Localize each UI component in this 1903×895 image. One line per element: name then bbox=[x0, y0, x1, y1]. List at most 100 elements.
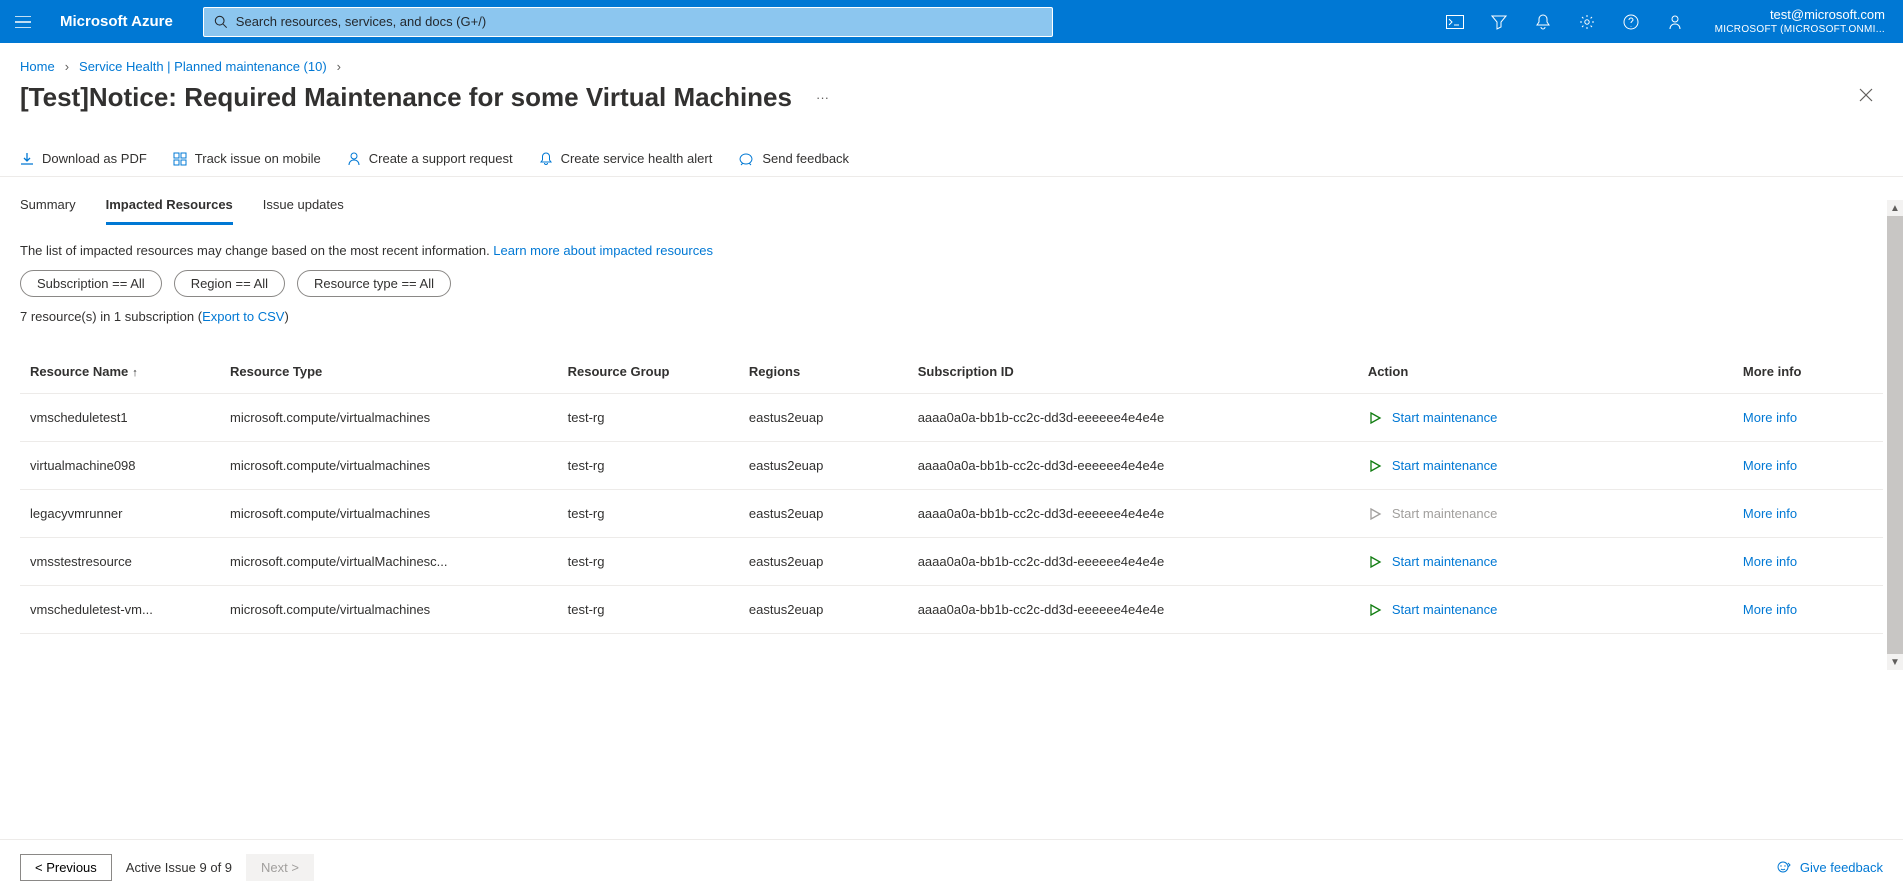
play-icon bbox=[1368, 555, 1382, 569]
cell-rg: test-rg bbox=[558, 394, 739, 442]
breadcrumb-section[interactable]: Service Health | Planned maintenance (10… bbox=[79, 59, 327, 74]
start-maintenance-label: Start maintenance bbox=[1392, 602, 1498, 617]
start-maintenance-button[interactable]: Start maintenance bbox=[1368, 602, 1723, 617]
cell-name: virtualmachine098 bbox=[20, 442, 220, 490]
tabs: Summary Impacted Resources Issue updates bbox=[0, 187, 1903, 225]
cell-type: microsoft.compute/virtualmachines bbox=[220, 586, 558, 634]
filter-resource-type[interactable]: Resource type == All bbox=[297, 270, 451, 297]
scroll-thumb[interactable] bbox=[1887, 216, 1903, 654]
close-icon[interactable] bbox=[1859, 88, 1873, 107]
play-icon bbox=[1368, 459, 1382, 473]
start-maintenance-label: Start maintenance bbox=[1392, 458, 1498, 473]
search-box[interactable] bbox=[203, 7, 1053, 37]
notifications-icon[interactable] bbox=[1521, 0, 1565, 43]
col-resource-name[interactable]: Resource Name ↑ bbox=[20, 350, 220, 394]
col-resource-type[interactable]: Resource Type bbox=[220, 350, 558, 394]
table-row: virtualmachine098microsoft.compute/virtu… bbox=[20, 442, 1883, 490]
cell-name: legacyvmrunner bbox=[20, 490, 220, 538]
cell-region: eastus2euap bbox=[739, 490, 908, 538]
start-maintenance-button: Start maintenance bbox=[1368, 506, 1723, 521]
breadcrumb-home[interactable]: Home bbox=[20, 59, 55, 74]
user-info[interactable]: test@microsoft.com MICROSOFT (MICROSOFT.… bbox=[1697, 7, 1903, 37]
cell-name: vmsstestresource bbox=[20, 538, 220, 586]
start-maintenance-label: Start maintenance bbox=[1392, 410, 1498, 425]
hamburger-icon[interactable] bbox=[0, 0, 45, 43]
cell-region: eastus2euap bbox=[739, 442, 908, 490]
page-title: [Test]Notice: Required Maintenance for s… bbox=[20, 82, 792, 113]
cell-rg: test-rg bbox=[558, 538, 739, 586]
download-pdf-button[interactable]: Download as PDF bbox=[20, 151, 147, 166]
col-resource-group[interactable]: Resource Group bbox=[558, 350, 739, 394]
track-mobile-label: Track issue on mobile bbox=[195, 151, 321, 166]
more-info-link[interactable]: More info bbox=[1743, 458, 1797, 473]
count-text: 7 resource(s) in 1 subscription ( bbox=[20, 309, 202, 324]
feedback-face-icon bbox=[1776, 861, 1792, 875]
count-close: ) bbox=[284, 309, 288, 324]
more-info-link[interactable]: More info bbox=[1743, 506, 1797, 521]
export-csv-link[interactable]: Export to CSV bbox=[202, 309, 284, 324]
count-row: 7 resource(s) in 1 subscription (Export … bbox=[0, 305, 1903, 332]
cell-sub: aaaa0a0a-bb1b-cc2c-dd3d-eeeeee4e4e4e bbox=[908, 538, 1358, 586]
scroll-up-icon[interactable]: ▲ bbox=[1887, 200, 1903, 216]
previous-button[interactable]: < Previous bbox=[20, 854, 112, 881]
tab-issue-updates[interactable]: Issue updates bbox=[263, 187, 344, 225]
cell-type: microsoft.compute/virtualmachines bbox=[220, 442, 558, 490]
top-header: Microsoft Azure test@microsoft.com MICRO… bbox=[0, 0, 1903, 43]
cell-rg: test-rg bbox=[558, 490, 739, 538]
play-icon bbox=[1368, 411, 1382, 425]
tab-impacted-resources[interactable]: Impacted Resources bbox=[106, 187, 233, 225]
breadcrumb: Home › Service Health | Planned maintena… bbox=[0, 43, 1903, 80]
support-request-button[interactable]: Create a support request bbox=[347, 151, 513, 166]
send-feedback-button[interactable]: Send feedback bbox=[738, 151, 849, 166]
cell-type: microsoft.compute/virtualMachinesc... bbox=[220, 538, 558, 586]
cell-rg: test-rg bbox=[558, 442, 739, 490]
col-action[interactable]: Action bbox=[1358, 350, 1733, 394]
table-row: vmscheduletest1microsoft.compute/virtual… bbox=[20, 394, 1883, 442]
next-button[interactable]: Next > bbox=[246, 854, 314, 881]
cell-sub: aaaa0a0a-bb1b-cc2c-dd3d-eeeeee4e4e4e bbox=[908, 394, 1358, 442]
chevron-right-icon: › bbox=[337, 59, 341, 74]
feedback-icon[interactable] bbox=[1653, 0, 1697, 43]
col-regions[interactable]: Regions bbox=[739, 350, 908, 394]
directory-filter-icon[interactable] bbox=[1477, 0, 1521, 43]
start-maintenance-button[interactable]: Start maintenance bbox=[1368, 410, 1723, 425]
scrollbar[interactable]: ▲ ▼ bbox=[1887, 200, 1903, 670]
gear-icon[interactable] bbox=[1565, 0, 1609, 43]
give-feedback-button[interactable]: Give feedback bbox=[1776, 860, 1883, 875]
tab-summary[interactable]: Summary bbox=[20, 187, 76, 225]
more-info-link[interactable]: More info bbox=[1743, 602, 1797, 617]
product-name[interactable]: Microsoft Azure bbox=[45, 13, 203, 30]
more-menu-icon[interactable]: ··· bbox=[816, 90, 829, 105]
create-alert-label: Create service health alert bbox=[561, 151, 713, 166]
cell-rg: test-rg bbox=[558, 586, 739, 634]
col-more-info[interactable]: More info bbox=[1733, 350, 1883, 394]
search-input[interactable] bbox=[228, 14, 1042, 29]
resources-table-wrap: Resource Name ↑ Resource Type Resource Gr… bbox=[0, 350, 1903, 634]
give-feedback-label: Give feedback bbox=[1800, 860, 1883, 875]
scroll-down-icon[interactable]: ▼ bbox=[1887, 654, 1903, 670]
table-row: vmscheduletest-vm...microsoft.compute/vi… bbox=[20, 586, 1883, 634]
page-indicator: Active Issue 9 of 9 bbox=[126, 860, 232, 875]
command-bar: Download as PDF Track issue on mobile Cr… bbox=[0, 115, 1903, 177]
cell-sub: aaaa0a0a-bb1b-cc2c-dd3d-eeeeee4e4e4e bbox=[908, 586, 1358, 634]
cell-type: microsoft.compute/virtualmachines bbox=[220, 490, 558, 538]
track-mobile-button[interactable]: Track issue on mobile bbox=[173, 151, 321, 166]
cloud-shell-icon[interactable] bbox=[1433, 0, 1477, 43]
col-subscription[interactable]: Subscription ID bbox=[908, 350, 1358, 394]
filter-subscription[interactable]: Subscription == All bbox=[20, 270, 162, 297]
search-icon bbox=[214, 15, 228, 29]
sort-asc-icon: ↑ bbox=[132, 367, 138, 379]
more-info-link[interactable]: More info bbox=[1743, 410, 1797, 425]
download-pdf-label: Download as PDF bbox=[42, 151, 147, 166]
play-icon bbox=[1368, 603, 1382, 617]
start-maintenance-button[interactable]: Start maintenance bbox=[1368, 554, 1723, 569]
filter-region[interactable]: Region == All bbox=[174, 270, 285, 297]
more-info-link[interactable]: More info bbox=[1743, 554, 1797, 569]
cell-sub: aaaa0a0a-bb1b-cc2c-dd3d-eeeeee4e4e4e bbox=[908, 442, 1358, 490]
col-resource-name-label: Resource Name bbox=[30, 364, 128, 379]
learn-more-link[interactable]: Learn more about impacted resources bbox=[493, 243, 713, 258]
start-maintenance-button[interactable]: Start maintenance bbox=[1368, 458, 1723, 473]
cell-region: eastus2euap bbox=[739, 538, 908, 586]
help-icon[interactable] bbox=[1609, 0, 1653, 43]
create-alert-button[interactable]: Create service health alert bbox=[539, 151, 713, 166]
